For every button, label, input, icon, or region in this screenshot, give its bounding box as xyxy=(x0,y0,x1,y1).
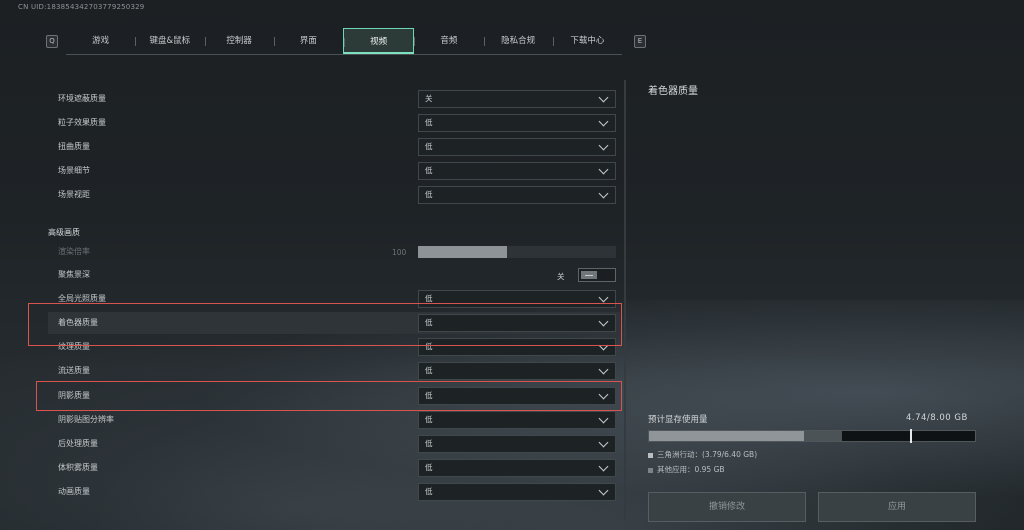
detail-title: 着色器质量 xyxy=(648,86,698,97)
dropdown-value: 低 xyxy=(425,366,433,375)
setting-label: 聚焦景深 xyxy=(58,270,90,279)
setting-label: 流送质量 xyxy=(58,366,90,375)
settings-scrollbar[interactable] xyxy=(624,80,626,520)
chevron-down-icon xyxy=(598,437,609,448)
dof-toggle[interactable] xyxy=(578,268,616,282)
vram-usage-bar xyxy=(648,429,976,443)
dropdown-value: 低 xyxy=(425,190,433,199)
legend-square-icon xyxy=(648,452,653,458)
chevron-down-icon xyxy=(598,413,609,424)
vram-label: 预计显存使用量 xyxy=(648,415,708,425)
tab-keyboard-mouse[interactable]: 键盘&鼠标 xyxy=(135,28,204,54)
tab-download-center[interactable]: 下载中心 xyxy=(552,28,622,54)
top-nav: 游戏 键盘&鼠标 控制器 界面 视频 音频 隐私合规 下载中心 xyxy=(66,28,622,55)
dropdown-value: 低 xyxy=(425,487,433,496)
setting-label: 阴影贴图分辨率 xyxy=(58,415,114,424)
tab-privacy[interactable]: 隐私合规 xyxy=(483,28,553,54)
legend-game-text: 三角洲行动：(3.79/6.40 GB) xyxy=(657,450,758,459)
chevron-down-icon xyxy=(598,140,609,151)
highlight-box-shader xyxy=(28,303,622,346)
tab-audio[interactable]: 音频 xyxy=(414,28,483,54)
highlight-box-shadow xyxy=(36,381,622,411)
setting-dropdown[interactable]: 低 xyxy=(418,483,616,501)
render-scale-value: 100 xyxy=(392,248,407,257)
vram-game-segment xyxy=(649,431,804,441)
dropdown-value: 低 xyxy=(425,439,433,448)
chevron-down-icon xyxy=(598,92,609,103)
uid-label: CN UID:183854342703779250329 xyxy=(18,3,145,11)
dropdown-value: 低 xyxy=(425,463,433,472)
setting-label: 环境遮蔽质量 xyxy=(58,94,106,103)
legend-other: 其他应用：0.95 GB xyxy=(648,464,725,475)
dropdown-value: 低 xyxy=(425,118,433,127)
revert-button[interactable]: 撤销修改 xyxy=(648,492,806,522)
setting-label: 粒子效果质量 xyxy=(58,118,106,127)
slider-fill xyxy=(418,246,508,258)
dropdown-value: 关 xyxy=(425,94,433,103)
setting-dropdown[interactable]: 关 xyxy=(418,90,616,108)
setting-dropdown[interactable]: 低 xyxy=(418,411,616,429)
setting-row[interactable]: 后处理质量 低 xyxy=(48,433,620,455)
chevron-down-icon xyxy=(598,364,609,375)
setting-row[interactable]: 阴影贴图分辨率 低 xyxy=(48,409,620,431)
chevron-down-icon xyxy=(598,188,609,199)
legend-game: 三角洲行动：(3.79/6.40 GB) xyxy=(648,449,757,460)
setting-label: 后处理质量 xyxy=(58,439,98,448)
setting-row[interactable]: 体积雾质量 低 xyxy=(48,457,620,479)
setting-row[interactable]: 场景视距 低 xyxy=(48,184,620,206)
section-title-advanced: 高级画质 xyxy=(48,228,80,237)
legend-other-text: 其他应用：0.95 GB xyxy=(657,465,725,474)
setting-row[interactable]: 场景细节 低 xyxy=(48,160,620,182)
setting-row[interactable]: 流送质量 低 xyxy=(48,360,620,382)
setting-label: 渲染倍率 xyxy=(58,247,90,256)
setting-row[interactable]: 动画质量 低 xyxy=(48,481,620,503)
setting-label: 场景视距 xyxy=(58,190,90,199)
setting-dropdown[interactable]: 低 xyxy=(418,138,616,156)
chevron-down-icon xyxy=(598,116,609,127)
setting-label: 扭曲质量 xyxy=(58,142,90,151)
setting-dropdown[interactable]: 低 xyxy=(418,162,616,180)
setting-row[interactable]: 环境遮蔽质量 关 xyxy=(48,88,620,110)
vram-value: 4.74/8.00 GB xyxy=(906,413,968,423)
setting-dropdown[interactable]: 低 xyxy=(418,362,616,380)
tab-game[interactable]: 游戏 xyxy=(66,28,135,54)
tab-controller[interactable]: 控制器 xyxy=(204,28,274,54)
setting-dropdown[interactable]: 低 xyxy=(418,435,616,453)
nav-right-key[interactable]: E xyxy=(634,35,646,48)
dropdown-value: 低 xyxy=(425,142,433,151)
chevron-down-icon xyxy=(598,485,609,496)
vram-other-segment xyxy=(803,431,843,441)
dropdown-value: 低 xyxy=(425,415,433,424)
setting-dropdown[interactable]: 低 xyxy=(418,459,616,477)
setting-dropdown[interactable]: 低 xyxy=(418,114,616,132)
tab-interface[interactable]: 界面 xyxy=(273,28,343,54)
dropdown-value: 低 xyxy=(425,166,433,175)
setting-label: 场景细节 xyxy=(58,166,90,175)
setting-row[interactable]: 粒子效果质量 低 xyxy=(48,112,620,134)
chevron-down-icon xyxy=(598,461,609,472)
nav-left-key[interactable]: Q xyxy=(46,35,58,48)
setting-row[interactable]: 扭曲质量 低 xyxy=(48,136,620,158)
chevron-down-icon xyxy=(598,164,609,175)
setting-label: 体积雾质量 xyxy=(58,463,98,472)
legend-square-icon xyxy=(648,467,653,473)
setting-row-dof[interactable]: 聚焦景深 xyxy=(48,264,620,286)
toggle-state-label: 关 xyxy=(557,272,565,281)
chevron-down-icon xyxy=(598,292,609,303)
setting-label: 动画质量 xyxy=(58,487,90,496)
render-scale-slider[interactable] xyxy=(418,246,616,258)
apply-button[interactable]: 应用 xyxy=(818,492,976,522)
toggle-knob xyxy=(581,271,597,279)
vram-marker xyxy=(909,429,912,443)
setting-dropdown[interactable]: 低 xyxy=(418,186,616,204)
tab-video[interactable]: 视频 xyxy=(343,28,415,54)
